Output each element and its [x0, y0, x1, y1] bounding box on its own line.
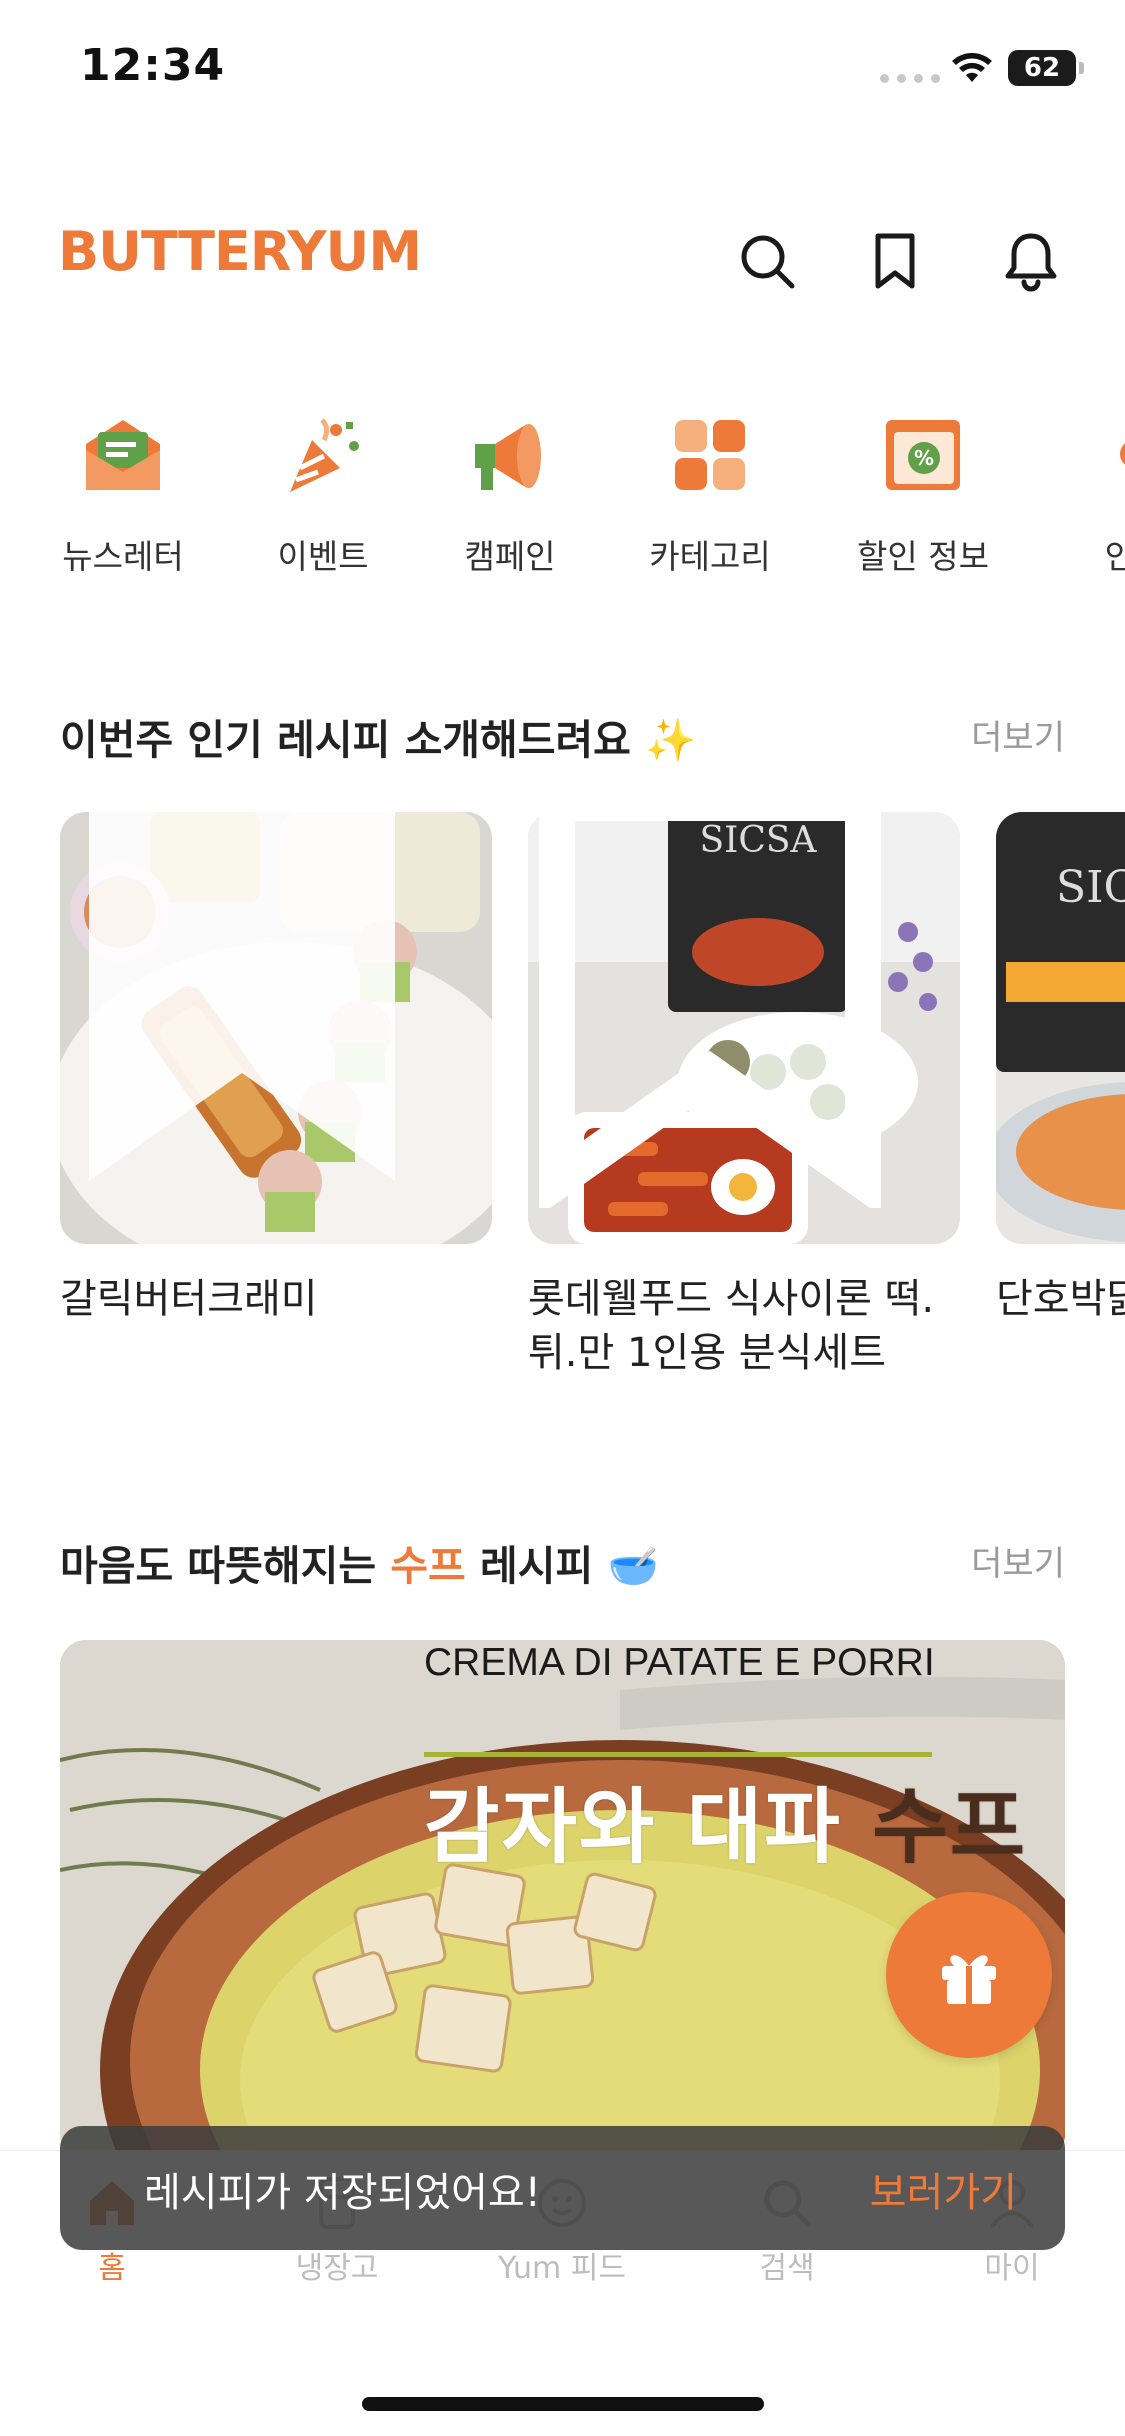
status-time: 12:34 — [80, 40, 226, 91]
recipe-card[interactable]: 갈릭버터크래미 — [60, 812, 492, 1326]
soup-image — [60, 1640, 1065, 2160]
quick-menu-label: 이벤트 — [277, 537, 369, 576]
quick-menu-label: 할인 정보 — [857, 537, 989, 576]
more-link[interactable]: 더보기 — [971, 710, 1065, 759]
saved-toast: 레시피가 저장되었어요! 보러가기 — [60, 2126, 1065, 2250]
quick-menu-label: 캠페인 — [464, 537, 556, 576]
home-indicator[interactable] — [362, 2397, 764, 2411]
recipe-image — [60, 812, 492, 1244]
recipe-image: SICSA — [996, 812, 1125, 1244]
banner-title-dark: 수프 — [872, 1780, 1028, 1875]
quick-menu: 뉴스레터 이벤트 캠페인 카테고리 % 할인 정보 인 — [0, 400, 1125, 590]
quick-menu-event[interactable]: 이벤트 — [228, 400, 418, 590]
recipe-card[interactable]: SICSA 단호박닭가슴살 야채비빔 — [996, 812, 1125, 1326]
soup-recipes-header: 마음도 따뜻해지는 수프 레시피 🥣 더보기 — [60, 1532, 1065, 1592]
battery-indicator: 62 — [1008, 50, 1084, 86]
notification-button[interactable] — [998, 228, 1064, 294]
category-grid-icon — [675, 420, 745, 490]
section-title: 마음도 따뜻해지는 수프 레시피 🥣 — [60, 1532, 659, 1592]
popular-recipes-header: 이번주 인기 레시피 소개해드려요 ✨ 더보기 — [60, 706, 1065, 766]
newsletter-icon — [86, 420, 160, 490]
section-title-accent: 수프 — [390, 1542, 466, 1590]
banner-divider — [424, 1752, 932, 1757]
bookmark-icon[interactable] — [528, 812, 926, 1208]
quick-menu-label: 뉴스레터 — [62, 537, 184, 576]
bookmark-button[interactable] — [862, 228, 928, 294]
party-popper-icon — [290, 418, 359, 492]
section-title-text: 레시피 — [465, 1542, 594, 1590]
recipe-image: SICSA — [528, 812, 960, 1244]
sparkles-icon: ✨ — [645, 716, 697, 764]
quick-menu-label: 인기 — [1104, 537, 1125, 576]
wifi-icon — [952, 53, 992, 82]
toast-message: 레시피가 저장되었어요! — [144, 2170, 541, 2216]
recipe-title: 롯데웰푸드 식사이론 떡.튀.만 1인용 분식세트 — [528, 1276, 935, 1376]
recipe-card[interactable]: SICSA 롯데웰푸드 식사이론 떡.튀.만 1인용 분식세트 — [528, 812, 960, 1380]
search-icon — [741, 235, 795, 289]
section-title: 이번주 인기 레시피 소개해드려요 ✨ — [60, 706, 696, 766]
discount-calendar-icon: % — [886, 420, 960, 490]
recipe-title: 단호박닭가슴살 야채비빔 — [996, 1276, 1125, 1322]
section-title-text: 이번주 인기 레시피 소개해드려요 — [60, 716, 631, 764]
quick-menu-label: 카테고리 — [649, 537, 771, 576]
section-title-text: 마음도 따뜻해지는 — [60, 1542, 391, 1590]
quick-menu-discount[interactable]: % 할인 정보 — [828, 400, 1018, 590]
gift-icon — [942, 1955, 996, 2004]
gift-button[interactable] — [886, 1892, 1052, 2058]
search-button[interactable] — [734, 228, 800, 294]
quick-menu-campaign[interactable]: 캠페인 — [415, 400, 605, 590]
bell-icon — [1005, 233, 1057, 292]
bookmark-icon — [875, 233, 915, 289]
popular-icon — [1120, 443, 1125, 465]
recipe-title: 갈릭버터크래미 — [60, 1276, 318, 1322]
bookmark-icon[interactable] — [60, 812, 458, 1208]
banner-subtitle: CREMA DI PATATE E PORRI — [424, 1641, 935, 1684]
more-link[interactable]: 더보기 — [971, 1536, 1065, 1585]
quick-menu-category[interactable]: 카테고리 — [615, 400, 805, 590]
soup-bowl-icon: 🥣 — [607, 1542, 659, 1590]
status-bar: 12:34 62 — [0, 0, 1125, 140]
recipe-card-carousel: 갈릭버터크래미 SICSA 롯데웰푸드 식사이론 떡.튀.만 1인용 분식세트 — [0, 812, 1125, 1392]
app-logo[interactable]: BUTTERYUM — [58, 220, 422, 283]
banner-title-light: 감자와 대파 — [424, 1780, 873, 1875]
svg-text:SICSA: SICSA — [1056, 862, 1125, 913]
cellular-signal-icon — [880, 74, 940, 83]
app-header: BUTTERYUM — [0, 210, 1125, 300]
quick-menu-newsletter[interactable]: 뉴스레터 — [28, 400, 218, 590]
megaphone-icon — [475, 424, 541, 490]
svg-text:%: % — [914, 446, 934, 470]
toast-action-button[interactable]: 보러가기 — [870, 2160, 1017, 2218]
quick-menu-popular[interactable]: 인기 — [1040, 400, 1125, 590]
banner-title: 감자와 대파 수프 — [424, 1760, 1027, 1879]
soup-recipe-banner[interactable]: CREMA DI PATATE E PORRI 감자와 대파 수프 — [60, 1640, 1065, 2160]
